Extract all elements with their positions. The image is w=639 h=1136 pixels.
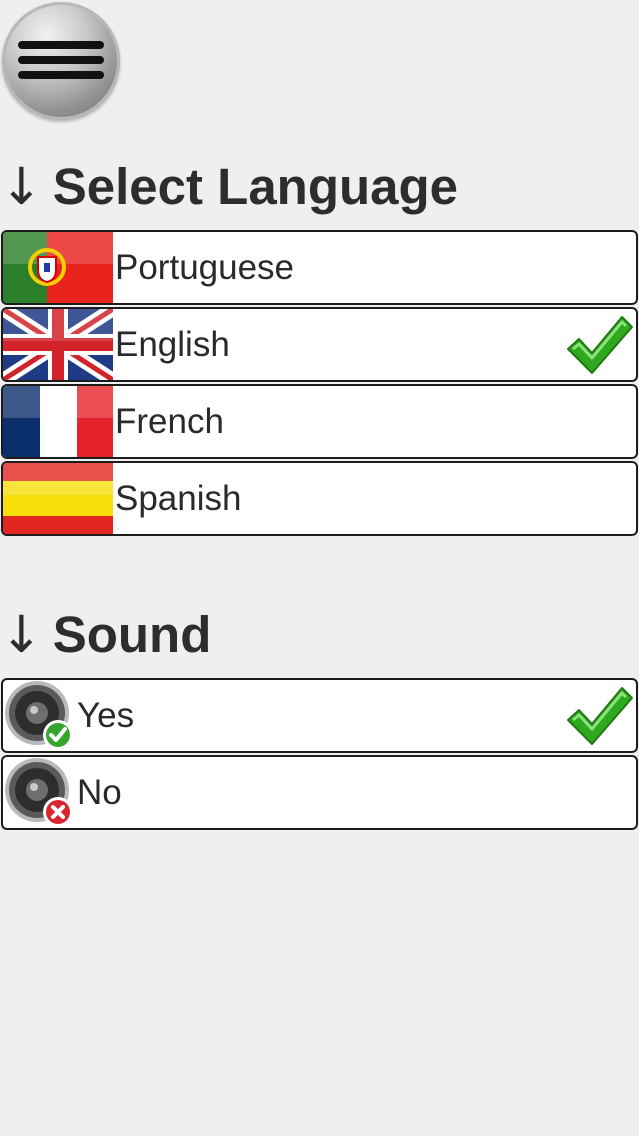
france-flag-icon [3, 386, 113, 457]
language-label: Spanish [115, 479, 242, 518]
checkmark-icon [565, 684, 635, 748]
menu-button[interactable] [2, 2, 120, 120]
down-arrow-icon: ↓ [0, 158, 43, 217]
language-option-spanish[interactable]: Spanish [1, 461, 638, 536]
language-option-portuguese[interactable]: Portuguese [1, 230, 638, 305]
sound-option-yes[interactable]: Yes [1, 678, 638, 753]
spain-flag-icon [3, 463, 113, 534]
speaker-off-icon [3, 757, 77, 828]
uk-flag-icon [3, 309, 113, 380]
language-label: Portuguese [115, 248, 295, 287]
checkmark-icon [565, 313, 635, 377]
sound-option-no[interactable]: No [1, 755, 638, 830]
language-section-title: ↓ Select Language [0, 158, 459, 217]
sound-list: Yes No [0, 678, 639, 834]
language-label: English [115, 325, 230, 364]
sound-label: Yes [77, 696, 135, 735]
language-list: Portuguese English French Spanish [0, 230, 639, 540]
language-option-french[interactable]: French [1, 384, 638, 459]
portugal-flag-icon [3, 232, 113, 303]
hamburger-menu-icon [18, 41, 104, 79]
sound-section-title: ↓ Sound [0, 606, 212, 665]
language-option-english[interactable]: English [1, 307, 638, 382]
language-label: French [115, 402, 224, 441]
down-arrow-icon: ↓ [0, 606, 43, 665]
speaker-on-icon [3, 680, 77, 751]
sound-label: No [77, 773, 122, 812]
